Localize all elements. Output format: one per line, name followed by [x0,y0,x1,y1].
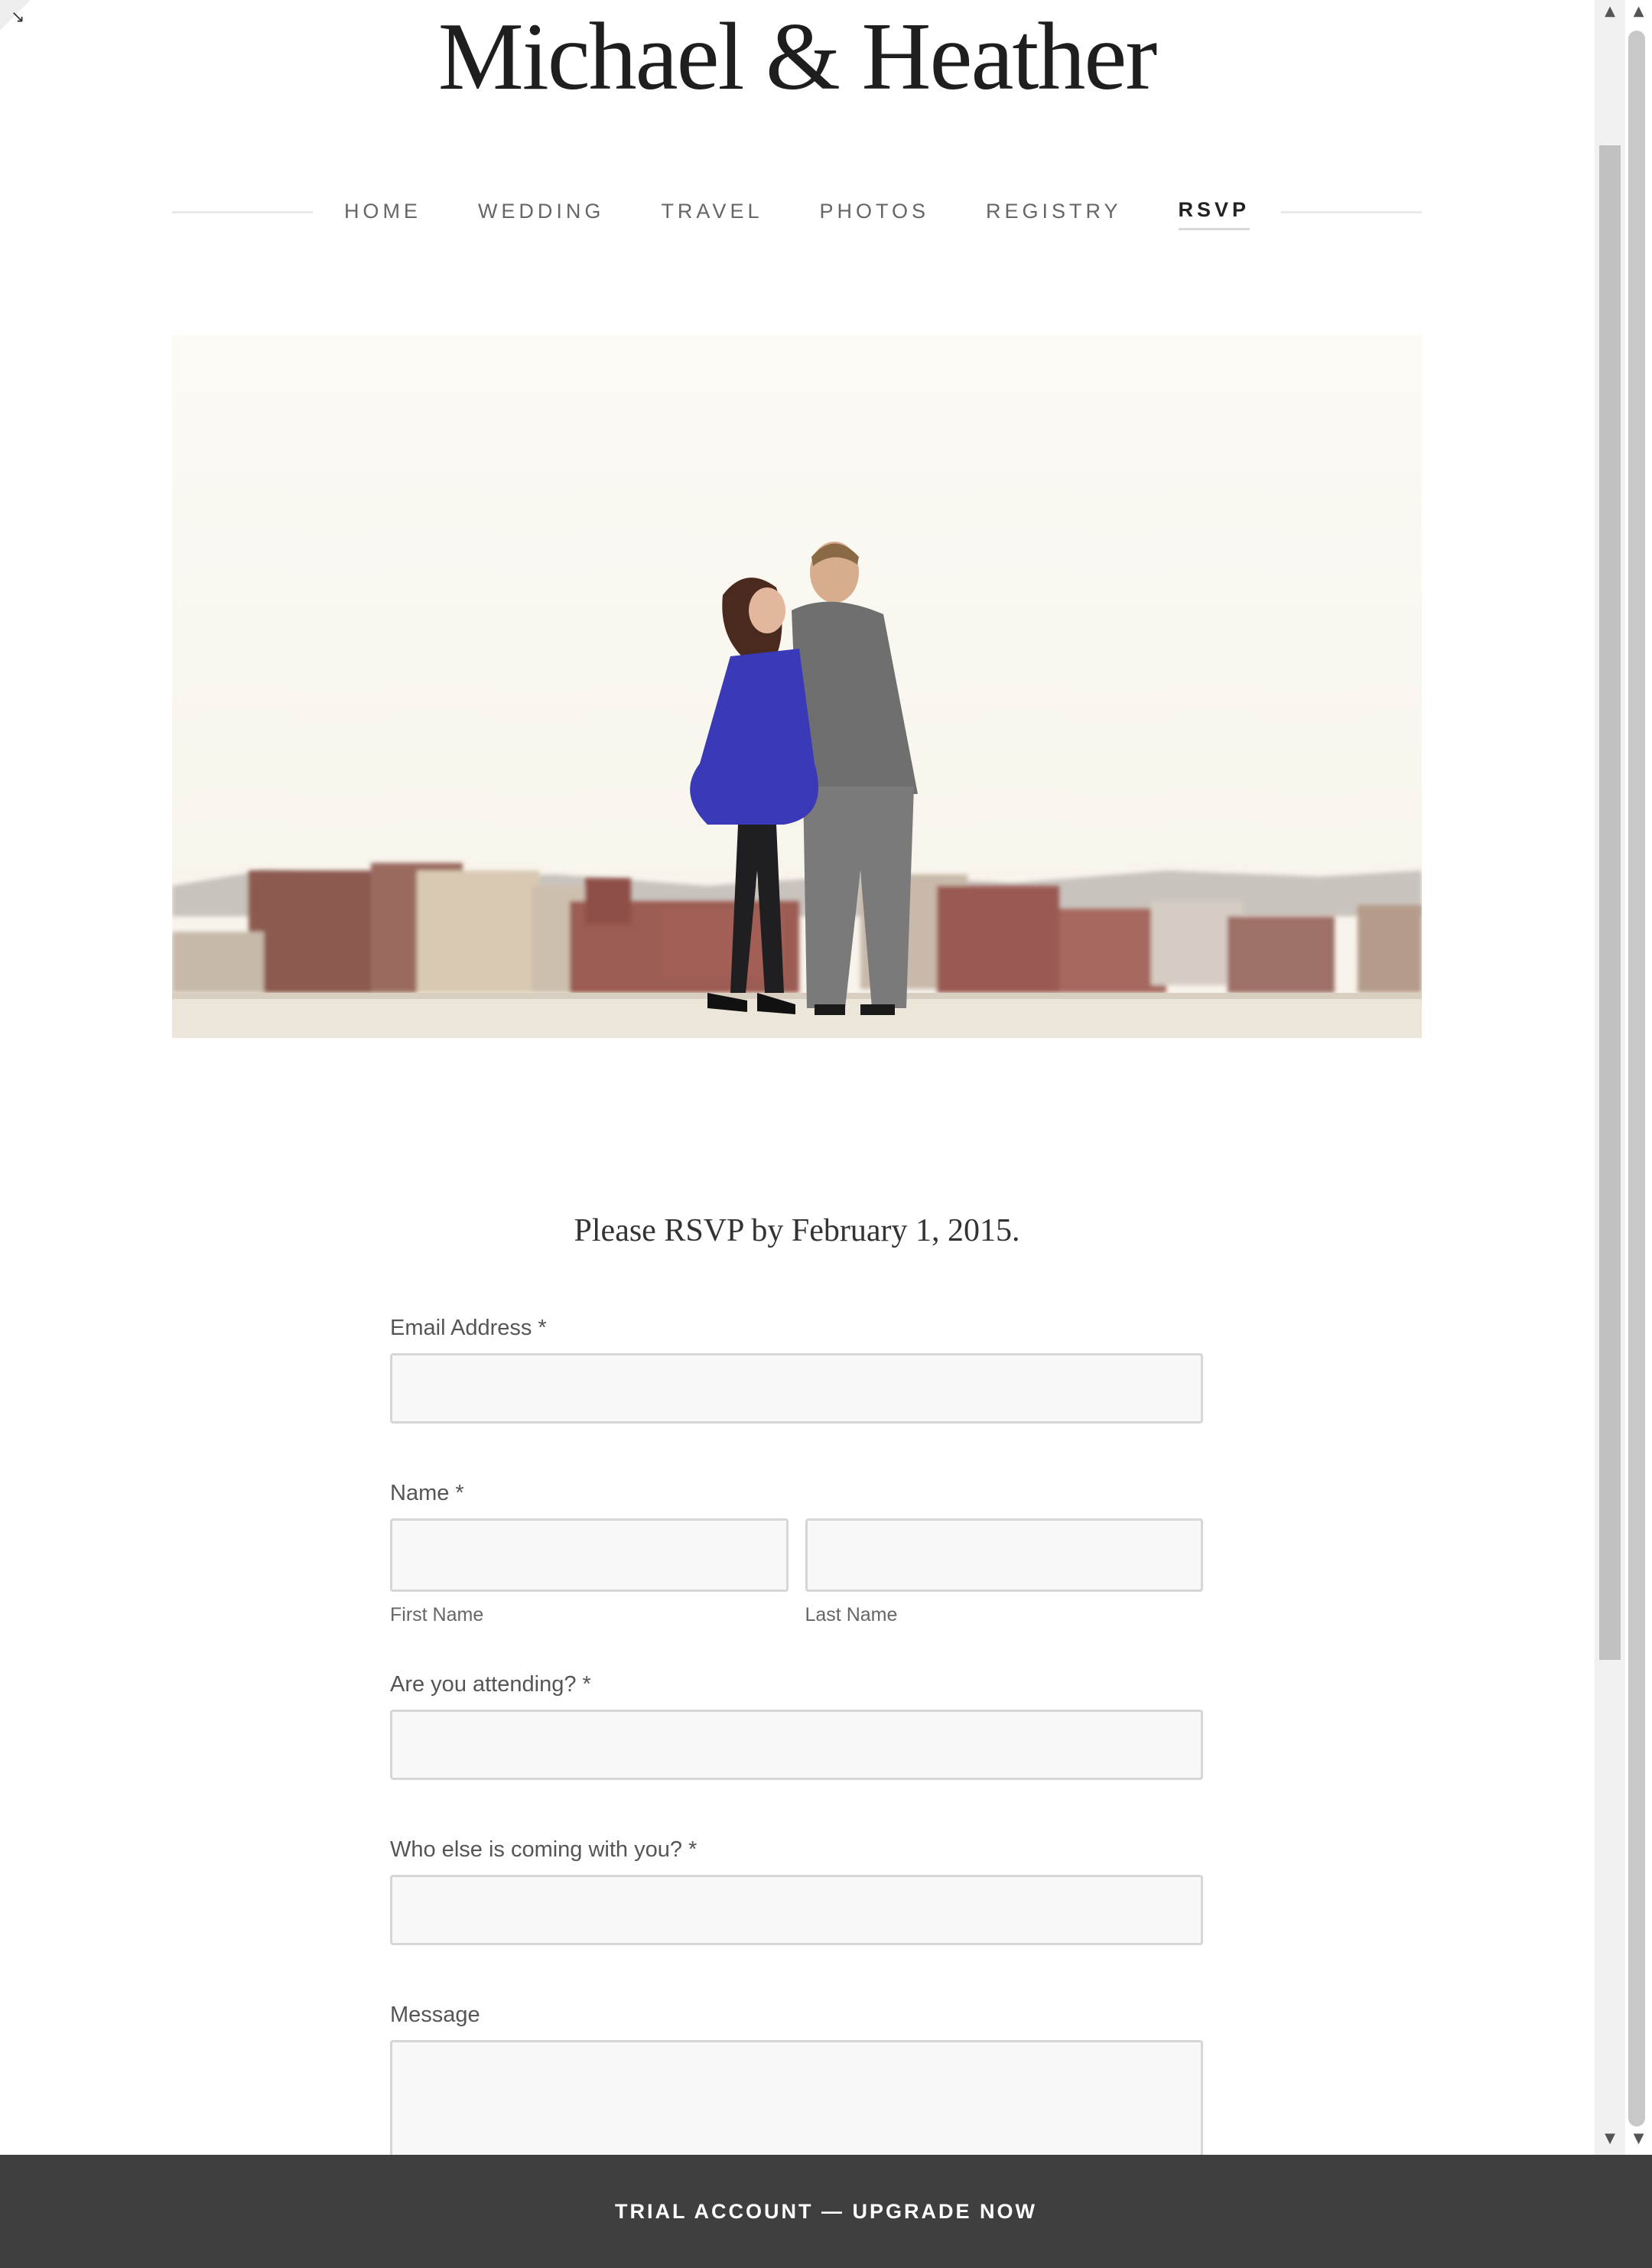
resize-arrow-icon: ↘ [11,8,25,27]
outer-scroll-down-icon[interactable]: ▼ [1625,2130,1652,2146]
nav-item-rsvp[interactable]: RSVP [1178,198,1250,230]
nav-item-wedding[interactable]: WEDDING [478,200,605,229]
guests-field[interactable] [390,1875,1203,1945]
attending-field[interactable] [390,1710,1203,1780]
email-field[interactable] [390,1353,1203,1424]
nav-item-home[interactable]: HOME [344,200,421,229]
last-name-col: Last Name [805,1518,1203,1626]
scroll-thumb[interactable] [1599,145,1621,1660]
name-group: Name * First Name Last Name [390,1481,1203,1626]
hero-image [172,335,1422,1038]
scroll-down-icon[interactable]: ▼ [1595,2130,1625,2146]
rsvp-form: Email Address * Name * First Name Last N… [390,1316,1203,2193]
outer-scroll-up-icon[interactable]: ▲ [1625,3,1652,19]
email-group: Email Address * [390,1316,1203,1424]
main-nav: HOME WEDDING TRAVEL PHOTOS REGISTRY RSVP [172,191,1422,237]
name-row: First Name Last Name [390,1518,1203,1626]
last-name-field[interactable] [805,1518,1203,1592]
trial-upgrade-text[interactable]: TRIAL ACCOUNT — UPGRADE NOW [615,2200,1037,2224]
guests-label: Who else is coming with you? * [390,1837,698,1862]
scroll-up-icon[interactable]: ▲ [1595,3,1625,19]
outer-scroll-thumb[interactable] [1628,31,1645,2126]
attending-label: Are you attending? * [390,1672,591,1697]
page-scrollbar[interactable]: ▲ ▼ [1595,0,1625,2155]
first-name-field[interactable] [390,1518,789,1592]
message-label: Message [390,2003,480,2027]
nav-item-registry[interactable]: REGISTRY [986,200,1122,229]
first-name-sublabel: First Name [390,1604,484,1625]
first-name-col: First Name [390,1518,789,1626]
site-title: Michael & Heather [437,4,1158,110]
guests-group: Who else is coming with you? * [390,1837,1203,1945]
trial-upgrade-banner[interactable]: TRIAL ACCOUNT — UPGRADE NOW [0,2155,1652,2268]
attending-group: Are you attending? * [390,1672,1203,1780]
nav-item-travel[interactable]: TRAVEL [661,200,763,229]
email-label: Email Address * [390,1316,547,1340]
outer-scrollbar[interactable]: ▲ ▼ [1625,0,1652,2155]
last-name-sublabel: Last Name [805,1604,898,1625]
nav-item-photos[interactable]: PHOTOS [819,200,929,229]
name-label: Name * [390,1481,464,1505]
rsvp-deadline-heading: Please RSVP by February 1, 2015. [574,1213,1020,1248]
resize-corner[interactable]: ↘ [0,0,31,31]
